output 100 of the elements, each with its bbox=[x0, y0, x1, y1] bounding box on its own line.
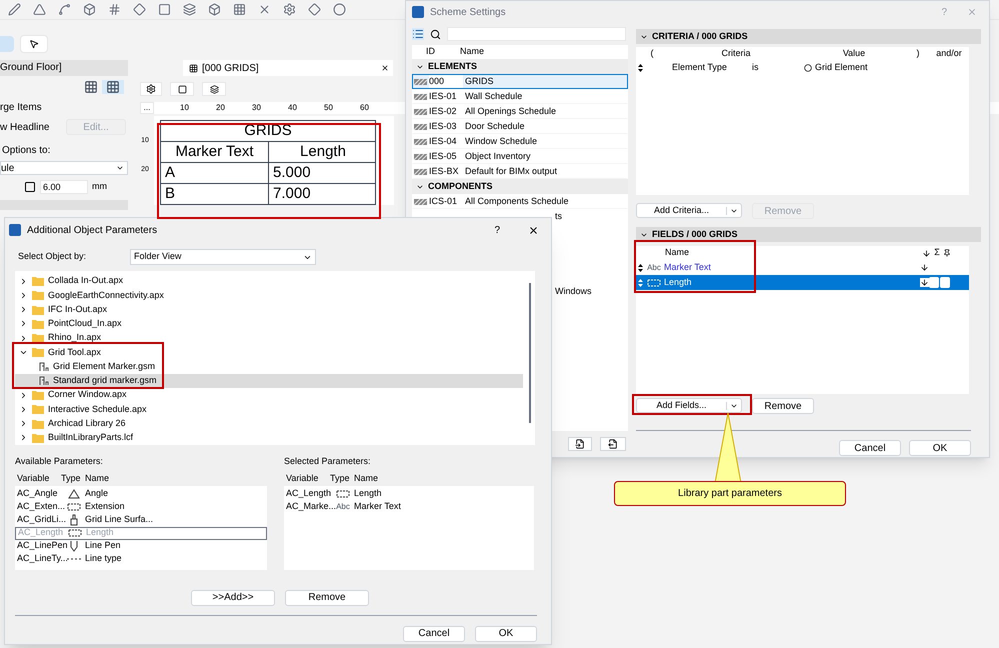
group-label: ELEMENTS bbox=[428, 60, 478, 73]
export-button[interactable] bbox=[600, 437, 626, 451]
scheme-row[interactable]: IES-02 All Openings Schedule bbox=[412, 104, 628, 119]
parameter-row[interactable]: AC_LineTy... Line type bbox=[15, 552, 267, 566]
add-button[interactable]: >>Add>> bbox=[191, 590, 275, 606]
help-button[interactable]: ? bbox=[494, 222, 500, 238]
column-header[interactable]: Name bbox=[460, 45, 484, 59]
toolbar-icon[interactable] bbox=[108, 3, 121, 16]
cancel-button[interactable]: Cancel bbox=[403, 626, 465, 642]
checkbox[interactable] bbox=[929, 277, 939, 288]
tree-item[interactable]: Rhino_In.apx bbox=[15, 331, 535, 346]
column-header[interactable]: Variable bbox=[284, 472, 330, 486]
scheme-row[interactable]: ICS-01 All Components Schedule bbox=[412, 194, 628, 209]
remove-button[interactable]: Remove bbox=[752, 398, 814, 414]
column-header[interactable]: Name bbox=[354, 472, 378, 486]
list-view-icon[interactable] bbox=[412, 28, 424, 40]
toolbar-icon[interactable] bbox=[233, 3, 246, 16]
scrollbar-thumb[interactable] bbox=[529, 283, 531, 423]
toolbar-icon[interactable] bbox=[33, 3, 46, 16]
tree-label: Grid Element Marker.gsm bbox=[53, 360, 156, 373]
search-icon[interactable] bbox=[430, 28, 441, 40]
floor-tab[interactable]: Ground Floor] bbox=[0, 60, 128, 76]
cancel-button[interactable]: Cancel bbox=[839, 440, 901, 456]
drag-handle-icon[interactable] bbox=[638, 264, 643, 272]
select-dropdown[interactable]: Folder View bbox=[130, 249, 316, 265]
section-header[interactable]: CRITERIA / 000 GRIDS bbox=[636, 29, 981, 44]
field-row[interactable]: Length bbox=[636, 275, 969, 290]
remove-button[interactable]: Remove bbox=[285, 590, 369, 606]
toolbar-icon[interactable] bbox=[333, 3, 346, 16]
fit-button[interactable] bbox=[170, 82, 194, 96]
tree-item[interactable]: Grid Element Marker.gsm bbox=[15, 360, 523, 374]
tree-item[interactable]: BuiltInLibraryParts.lcf bbox=[15, 430, 535, 445]
group-button[interactable] bbox=[202, 82, 226, 96]
tool-toggle[interactable] bbox=[0, 36, 14, 52]
height-field[interactable]: 6.00 bbox=[40, 180, 88, 194]
column-header[interactable]: Name bbox=[85, 472, 110, 486]
parameter-row[interactable]: AC_Angle Angle bbox=[15, 488, 267, 500]
parameter-name: Angle bbox=[85, 487, 108, 500]
toolbar-icon[interactable] bbox=[183, 3, 196, 16]
column-header[interactable]: ID bbox=[426, 45, 460, 59]
tree-item[interactable]: Grid Tool.apx bbox=[15, 345, 535, 360]
tree-item[interactable]: GoogleEarthConnectivity.apx bbox=[15, 288, 535, 302]
toolbar-icon[interactable] bbox=[133, 3, 146, 16]
tree-item[interactable]: IFC In-Out.apx bbox=[15, 302, 535, 317]
close-icon[interactable] bbox=[381, 64, 389, 72]
tree-item[interactable]: Archicad Library 26 bbox=[15, 416, 535, 431]
settings-button[interactable] bbox=[140, 82, 162, 96]
more-button[interactable]: ... bbox=[140, 102, 154, 114]
bucket-icon bbox=[68, 514, 80, 526]
parameter-row[interactable]: AC_LinePen Line Pen bbox=[15, 540, 267, 552]
column-header[interactable]: Type bbox=[330, 472, 354, 486]
drag-handle-icon[interactable] bbox=[638, 64, 643, 72]
tree-item[interactable]: PointCloud_In.apx bbox=[15, 316, 535, 331]
parameter-row[interactable]: AC_Exten... Extension bbox=[15, 500, 267, 514]
close-icon[interactable] bbox=[528, 224, 539, 236]
scheme-name: Window Schedule bbox=[464, 134, 538, 148]
toolbar-icon[interactable] bbox=[158, 3, 171, 16]
add-criteria-button[interactable]: Add Criteria... bbox=[636, 203, 742, 218]
import-button[interactable] bbox=[568, 437, 592, 451]
toolbar-icon[interactable] bbox=[208, 3, 221, 16]
toolbar-icon[interactable] bbox=[258, 3, 271, 16]
rule-dropdown[interactable]: ule bbox=[0, 161, 128, 175]
hatch-icon bbox=[414, 108, 427, 114]
parameter-row[interactable]: AC_GridLi... Grid Line Surfa... bbox=[15, 514, 267, 526]
tree-item[interactable]: Collada In-Out.apx bbox=[15, 274, 535, 288]
ok-button[interactable]: OK bbox=[909, 440, 971, 456]
ok-button[interactable]: OK bbox=[475, 626, 537, 642]
toolbar-icon[interactable] bbox=[283, 3, 296, 16]
scheme-row[interactable]: IES-01 Wall Schedule bbox=[412, 89, 628, 104]
scheme-row[interactable]: IES-05 Object Inventory bbox=[412, 149, 628, 164]
scheme-row[interactable]: 000 GRIDS bbox=[412, 74, 628, 89]
column-header[interactable]: Type bbox=[61, 472, 85, 486]
scheme-row[interactable]: IES-03 Door Schedule bbox=[412, 119, 628, 134]
toolbar-icon[interactable] bbox=[58, 3, 71, 16]
table-icon[interactable] bbox=[84, 80, 98, 94]
tree-label: Corner Window.apx bbox=[48, 388, 127, 402]
folder-icon bbox=[32, 347, 44, 358]
toolbar-icon[interactable] bbox=[83, 3, 96, 16]
tree-item[interactable]: Interactive Schedule.apx bbox=[15, 402, 535, 416]
table-view-button[interactable] bbox=[102, 80, 124, 94]
toolbar-icon[interactable] bbox=[8, 3, 21, 16]
section-header[interactable]: FIELDS / 000 GRIDS bbox=[636, 227, 981, 242]
parameter-variable: AC_GridLi... bbox=[16, 513, 63, 526]
checkbox[interactable] bbox=[940, 277, 950, 288]
tree-item[interactable]: Corner Window.apx bbox=[15, 388, 535, 402]
scheme-row[interactable]: IES-04 Window Schedule bbox=[412, 134, 628, 149]
parameter-variable: AC_Length bbox=[285, 487, 332, 500]
drag-handle-icon[interactable] bbox=[638, 278, 643, 286]
group-header[interactable]: COMPONENTS bbox=[412, 179, 628, 194]
add-fields-button[interactable]: Add Fields... bbox=[636, 398, 742, 413]
parameter-row[interactable]: AC_Length Length bbox=[284, 488, 534, 500]
toolbar-icon[interactable] bbox=[308, 3, 321, 16]
group-header[interactable]: ELEMENTS bbox=[412, 59, 628, 74]
view-tab[interactable]: [000 GRIDS] bbox=[183, 60, 393, 76]
pointer-tool-button[interactable] bbox=[20, 35, 48, 53]
parameter-row[interactable]: AC_Marke...Abc Marker Text bbox=[284, 500, 534, 514]
search-field[interactable] bbox=[447, 27, 626, 41]
chevron-icon bbox=[116, 164, 124, 172]
column-header[interactable]: Variable bbox=[15, 472, 61, 486]
tree-item[interactable]: Standard grid marker.gsm bbox=[15, 374, 523, 388]
